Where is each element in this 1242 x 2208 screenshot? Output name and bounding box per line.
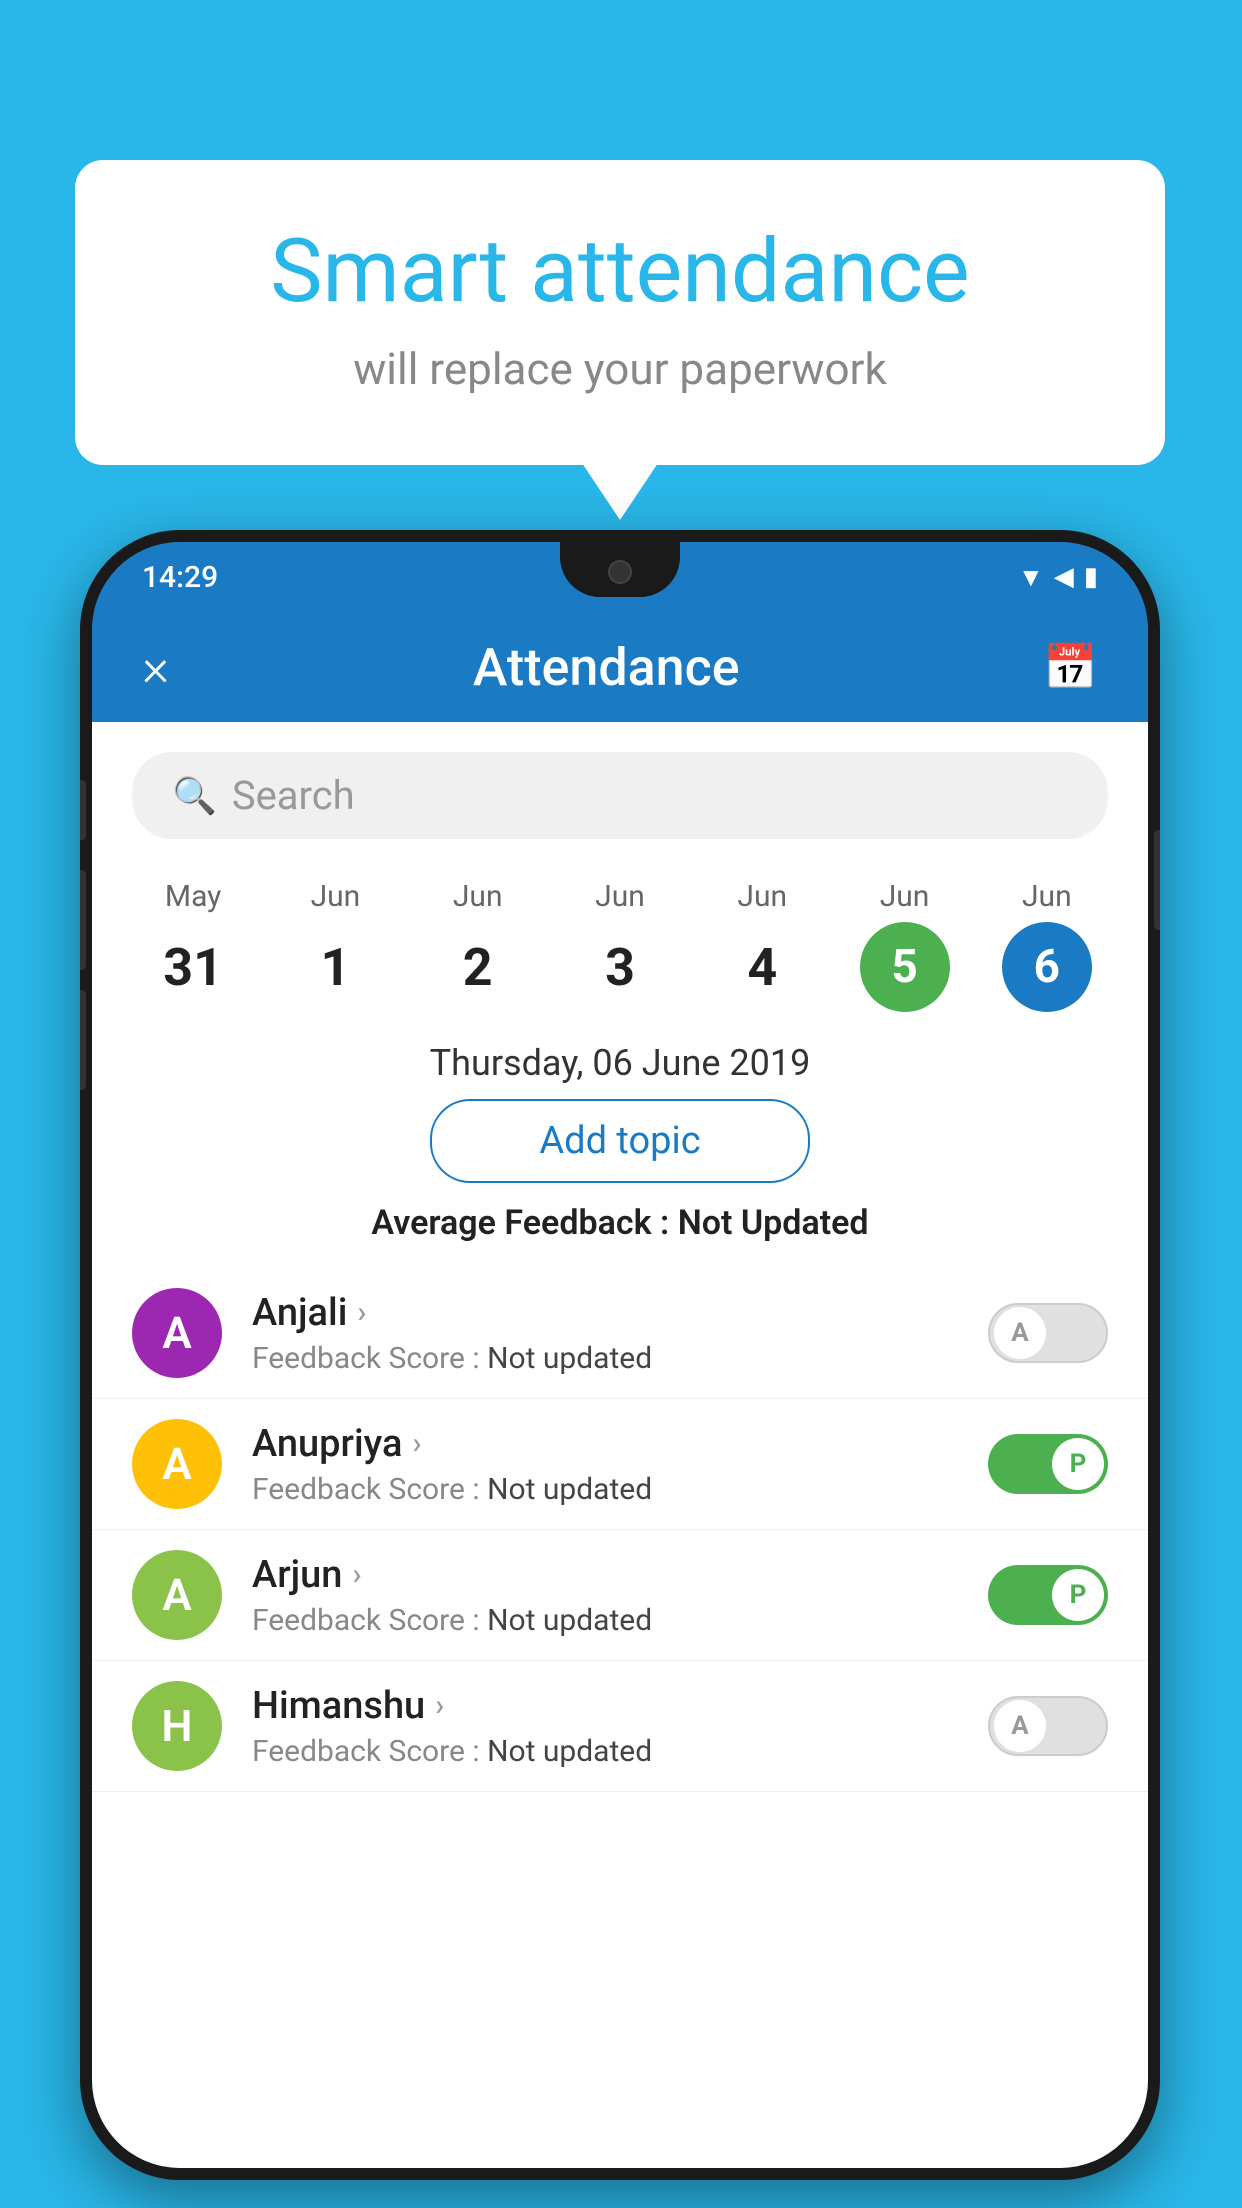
- cal-month-label: Jun: [453, 879, 503, 914]
- cal-date-number: 6: [1002, 922, 1092, 1012]
- student-item-0[interactable]: A Anjali › Feedback Score : Not updated A: [92, 1268, 1148, 1399]
- student-item-1[interactable]: A Anupriya › Feedback Score : Not updated P: [92, 1399, 1148, 1530]
- chevron-icon: ›: [357, 1295, 366, 1330]
- student-info: Himanshu › Feedback Score : Not updated: [252, 1684, 958, 1769]
- close-button[interactable]: ×: [142, 637, 169, 698]
- calendar-day-5[interactable]: Jun 5: [855, 879, 955, 1012]
- phone-time: 14:29: [142, 560, 218, 595]
- student-name: Himanshu ›: [252, 1684, 958, 1728]
- cal-month-label: Jun: [1022, 879, 1072, 914]
- cal-month-label: Jun: [595, 879, 645, 914]
- search-icon: 🔍: [172, 775, 217, 817]
- feedback-value: Not updated: [487, 1472, 652, 1507]
- speech-bubble: Smart attendance will replace your paper…: [75, 160, 1165, 465]
- student-info: Arjun › Feedback Score : Not updated: [252, 1553, 958, 1638]
- student-item-2[interactable]: A Arjun › Feedback Score : Not updated P: [92, 1530, 1148, 1661]
- chevron-icon: ›: [352, 1557, 361, 1592]
- attendance-toggle[interactable]: A: [988, 1303, 1108, 1363]
- selected-date: Thursday, 06 June 2019: [92, 1042, 1148, 1084]
- avg-feedback-value: Not Updated: [678, 1203, 869, 1243]
- student-feedback-score: Feedback Score : Not updated: [252, 1341, 958, 1376]
- speech-bubble-subtitle: will replace your paperwork: [125, 343, 1115, 395]
- student-list: AAnjali ›Feedback Score : Not updatedAAA…: [92, 1268, 1148, 1792]
- add-topic-button[interactable]: Add topic: [430, 1099, 810, 1183]
- cal-date-number: 31: [148, 922, 238, 1012]
- avg-feedback: Average Feedback : Not Updated: [92, 1203, 1148, 1243]
- cal-month-label: Jun: [737, 879, 787, 914]
- phone-screen: 🔍 Search May 31 Jun 1 Jun 2 Jun 3 Jun 4 Jun 5 Jun 6 T…: [92, 722, 1148, 2168]
- calendar-day-4[interactable]: Jun 4: [712, 879, 812, 1012]
- volume-down-button: [80, 990, 86, 1090]
- attendance-toggle[interactable]: P: [988, 1434, 1108, 1494]
- phone-frame: 14:29 ▼ ◀ ▮ × Attendance 📅 🔍 Search: [80, 530, 1160, 2180]
- feedback-value: Not updated: [487, 1734, 652, 1769]
- cal-date-number: 1: [290, 922, 380, 1012]
- wifi-icon: ▼: [1018, 562, 1044, 593]
- student-info: Anupriya › Feedback Score : Not updated: [252, 1422, 958, 1507]
- battery-icon: ▮: [1084, 562, 1098, 592]
- toggle-knob: P: [1052, 1438, 1104, 1490]
- student-avatar: A: [132, 1288, 222, 1378]
- power-button: [1154, 830, 1160, 930]
- student-avatar: A: [132, 1550, 222, 1640]
- toggle-knob: A: [994, 1700, 1046, 1752]
- avg-feedback-label: Average Feedback :: [371, 1203, 669, 1243]
- calendar-day-2[interactable]: Jun 2: [428, 879, 528, 1012]
- status-icons: ▼ ◀ ▮: [1018, 562, 1098, 593]
- speech-bubble-title: Smart attendance: [125, 220, 1115, 323]
- cal-date-number: 2: [433, 922, 523, 1012]
- volume-up-button: [80, 870, 86, 970]
- student-feedback-score: Feedback Score : Not updated: [252, 1734, 958, 1769]
- calendar-day-1[interactable]: Jun 1: [285, 879, 385, 1012]
- cal-date-number: 5: [860, 922, 950, 1012]
- cal-date-number: 4: [717, 922, 807, 1012]
- student-info: Anjali › Feedback Score : Not updated: [252, 1291, 958, 1376]
- app-header: × Attendance 📅: [92, 612, 1148, 722]
- attendance-toggle[interactable]: A: [988, 1696, 1108, 1756]
- student-feedback-score: Feedback Score : Not updated: [252, 1603, 958, 1638]
- calendar-icon[interactable]: 📅: [1043, 641, 1098, 693]
- calendar-day-3[interactable]: Jun 3: [570, 879, 670, 1012]
- student-feedback-score: Feedback Score : Not updated: [252, 1472, 958, 1507]
- toggle-knob: P: [1052, 1569, 1104, 1621]
- cal-month-label: Jun: [880, 879, 930, 914]
- student-avatar: A: [132, 1419, 222, 1509]
- student-avatar: H: [132, 1681, 222, 1771]
- calendar-day-6[interactable]: Jun 6: [997, 879, 1097, 1012]
- search-placeholder: Search: [232, 772, 355, 819]
- student-name: Anjali ›: [252, 1291, 958, 1335]
- toggle-knob: A: [994, 1307, 1046, 1359]
- search-bar[interactable]: 🔍 Search: [132, 752, 1108, 839]
- feedback-value: Not updated: [487, 1341, 652, 1376]
- cal-date-number: 3: [575, 922, 665, 1012]
- calendar-strip: May 31 Jun 1 Jun 2 Jun 3 Jun 4 Jun 5 Jun 6: [92, 859, 1148, 1022]
- student-item-3[interactable]: H Himanshu › Feedback Score : Not updated A: [92, 1661, 1148, 1792]
- feedback-value: Not updated: [487, 1603, 652, 1638]
- cal-month-label: Jun: [311, 879, 361, 914]
- attendance-toggle[interactable]: P: [988, 1565, 1108, 1625]
- chevron-icon: ›: [412, 1426, 421, 1461]
- phone-notch: [560, 542, 680, 597]
- student-name: Anupriya ›: [252, 1422, 958, 1466]
- mute-button: [80, 780, 86, 840]
- phone-inner: 14:29 ▼ ◀ ▮ × Attendance 📅 🔍 Search: [92, 542, 1148, 2168]
- cal-month-label: May: [165, 879, 221, 914]
- student-name: Arjun ›: [252, 1553, 958, 1597]
- chevron-icon: ›: [435, 1688, 444, 1723]
- front-camera: [608, 560, 632, 584]
- signal-icon: ◀: [1054, 562, 1074, 592]
- calendar-day-0[interactable]: May 31: [143, 879, 243, 1012]
- app-title: Attendance: [473, 637, 740, 698]
